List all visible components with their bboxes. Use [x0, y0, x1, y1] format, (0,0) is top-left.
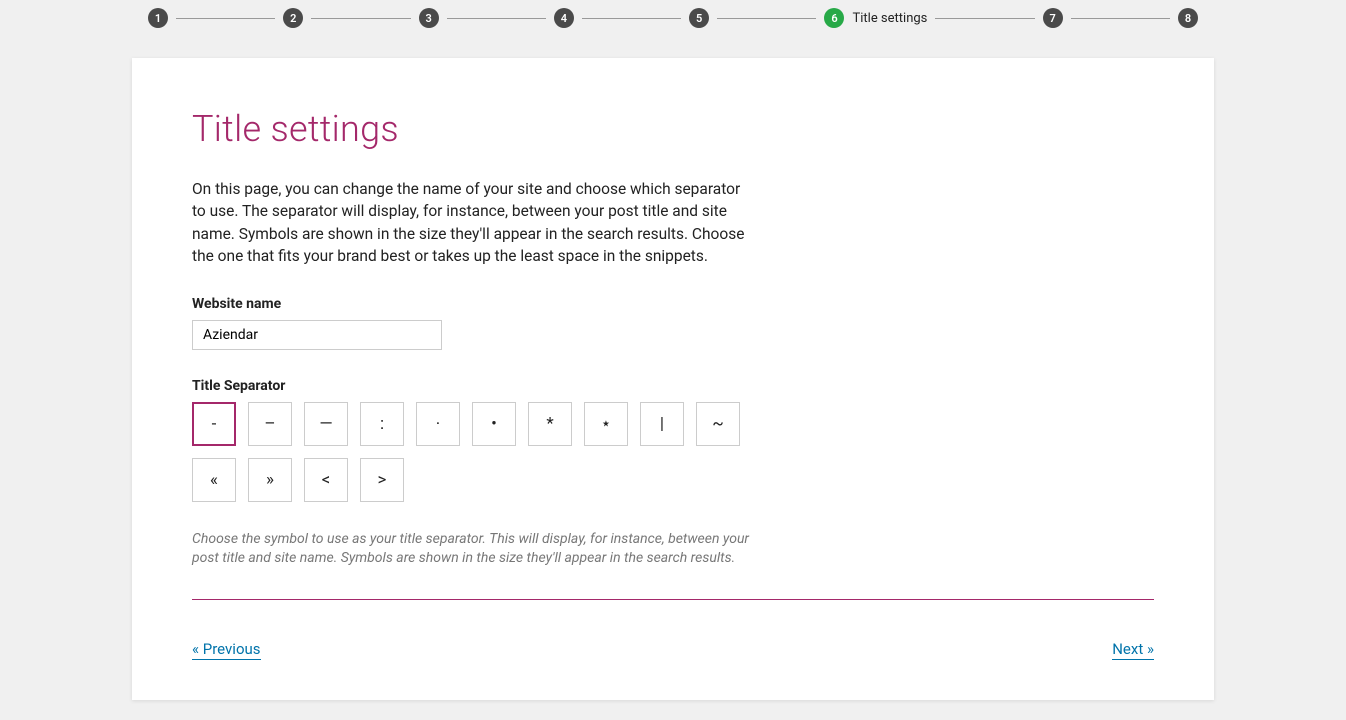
separator-grid: -–—: · • * ⋆ | ~ « » < > — [192, 402, 752, 502]
separator-hint: Choose the symbol to use as your title s… — [192, 530, 752, 569]
step-circle-1: 1 — [148, 8, 168, 28]
step-connector — [582, 18, 681, 19]
separator-option-9[interactable]: ~ — [696, 402, 740, 446]
step-circle-8: 8 — [1178, 8, 1198, 28]
separator-option-10[interactable]: « — [192, 458, 236, 502]
website-name-label: Website name — [192, 296, 1154, 312]
intro-text: On this page, you can change the name of… — [192, 178, 747, 268]
step-circle-3: 3 — [419, 8, 439, 28]
step-6[interactable]: 6 Title settings — [824, 8, 927, 28]
step-connector — [1071, 18, 1170, 19]
next-link[interactable]: Next » — [1112, 640, 1154, 660]
section-divider — [192, 599, 1154, 600]
settings-card: Title settings On this page, you can cha… — [132, 58, 1214, 700]
separator-option-5[interactable]: • — [472, 402, 516, 446]
step-circle-6: 6 — [824, 8, 844, 28]
step-connector — [311, 18, 410, 19]
separator-option-1[interactable]: – — [248, 402, 292, 446]
step-5[interactable]: 5 — [689, 8, 709, 28]
wizard-stepper: 1 2 3 4 5 6 Title settings 7 8 — [0, 0, 1346, 28]
step-connector — [447, 18, 546, 19]
step-2[interactable]: 2 — [283, 8, 303, 28]
step-connector — [935, 18, 1034, 19]
step-7[interactable]: 7 — [1043, 8, 1063, 28]
website-name-input[interactable] — [192, 320, 442, 350]
step-8[interactable]: 8 — [1178, 8, 1198, 28]
step-1[interactable]: 1 — [148, 8, 168, 28]
separator-option-2[interactable]: — — [304, 402, 348, 446]
step-label-6: Title settings — [852, 11, 927, 26]
separator-option-0[interactable]: - — [192, 402, 236, 446]
separator-option-3[interactable]: : — [360, 402, 404, 446]
step-circle-4: 4 — [554, 8, 574, 28]
step-circle-2: 2 — [283, 8, 303, 28]
separator-option-4[interactable]: · — [416, 402, 460, 446]
title-separator-label: Title Separator — [192, 378, 1154, 394]
nav-row: « Previous Next » — [192, 640, 1154, 660]
step-circle-7: 7 — [1043, 8, 1063, 28]
step-3[interactable]: 3 — [419, 8, 439, 28]
separator-option-7[interactable]: ⋆ — [584, 402, 628, 446]
step-4[interactable]: 4 — [554, 8, 574, 28]
previous-link[interactable]: « Previous — [192, 640, 261, 660]
step-connector — [717, 18, 816, 19]
separator-option-11[interactable]: » — [248, 458, 292, 502]
separator-option-6[interactable]: * — [528, 402, 572, 446]
step-circle-5: 5 — [689, 8, 709, 28]
step-connector — [176, 18, 275, 19]
page-title: Title settings — [192, 108, 1154, 150]
separator-option-13[interactable]: > — [360, 458, 404, 502]
separator-option-8[interactable]: | — [640, 402, 684, 446]
separator-option-12[interactable]: < — [304, 458, 348, 502]
